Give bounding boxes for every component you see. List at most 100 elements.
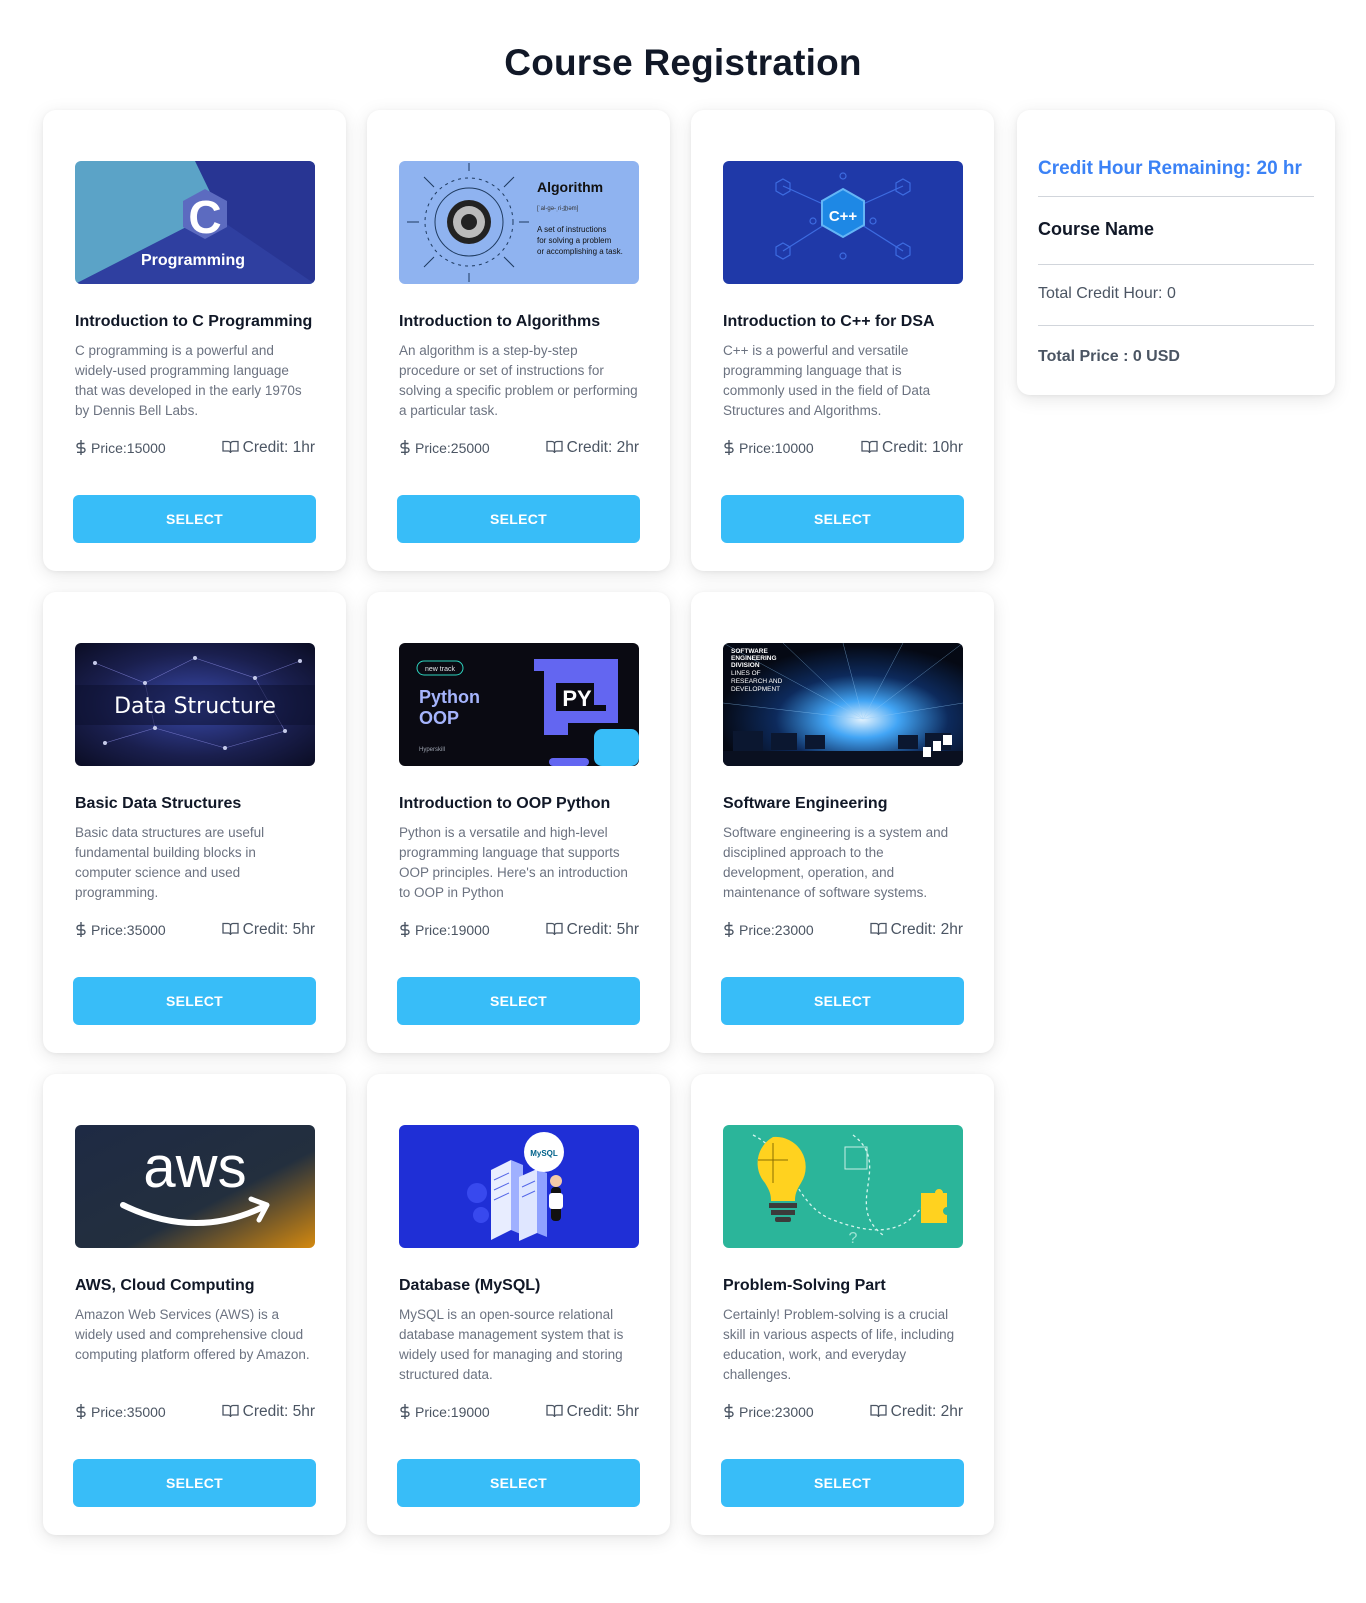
select-button[interactable]: SELECT [397, 1459, 640, 1507]
price-label: Price:25000 [415, 440, 490, 456]
select-button[interactable]: SELECT [73, 1459, 316, 1507]
dollar-icon [399, 922, 411, 940]
course-description: Software engineering is a system and dis… [723, 825, 949, 900]
course-title: Introduction to C Programming [75, 313, 313, 330]
credit-label: Credit: 10hr [882, 439, 963, 456]
image-line: LINES OF [731, 670, 761, 677]
course-image-algorithms: Algorithm [ˈal-gə-ˌri-t͟həm] A set of in… [399, 161, 639, 284]
course-price: Price:35000 [75, 922, 166, 940]
course-image-cpp: C++ [723, 161, 963, 284]
credit-label: Credit: 5hr [242, 921, 315, 938]
image-line: ENGINEERING [731, 655, 777, 662]
question-mark: ? [849, 1230, 858, 1247]
course-meta: Price:19000 Credit: 5hr [399, 921, 639, 941]
course-price: Price:19000 [399, 922, 490, 940]
image-line: RESEARCH AND [731, 678, 783, 685]
price-label: Price:23000 [739, 1404, 814, 1420]
credit-label: Credit: 2hr [566, 439, 639, 456]
price-label: Price:19000 [415, 1404, 490, 1420]
image-heading: Algorithm [537, 179, 603, 195]
credit-label: Credit: 2hr [890, 1403, 963, 1420]
credit-label: Credit: 5hr [242, 1403, 315, 1420]
book-open-icon [545, 440, 563, 459]
course-credit: Credit: 5hr [221, 921, 315, 941]
course-price: Price:10000 [723, 440, 814, 458]
book-open-icon [869, 922, 887, 941]
credit-label: Credit: 2hr [890, 921, 963, 938]
course-description: Amazon Web Services (AWS) is a widely us… [75, 1307, 310, 1362]
course-description: Certainly! Problem-solving is a crucial … [723, 1307, 955, 1382]
book-open-icon [221, 922, 239, 941]
dollar-icon [75, 1404, 87, 1422]
select-button[interactable]: SELECT [721, 977, 964, 1025]
total-price: Total Price : 0 USD [1038, 348, 1180, 365]
course-description: MySQL is an open-source relational datab… [399, 1307, 624, 1382]
dollar-icon [75, 440, 87, 458]
course-card: Algorithm [ˈal-gə-ˌri-t͟həm] A set of in… [367, 110, 670, 571]
py-logo-text: PY [562, 686, 592, 711]
course-image-data-structure: Data Structure [75, 643, 315, 766]
book-open-icon [545, 922, 563, 941]
course-credit: Credit: 10hr [861, 439, 963, 459]
select-button[interactable]: SELECT [73, 495, 316, 543]
course-credit: Credit: 1hr [221, 439, 315, 459]
course-title: AWS, Cloud Computing [75, 1277, 255, 1294]
course-grid: C Programming Introduction to C Programm… [43, 110, 995, 1535]
image-line: DEVELOPMENT [731, 686, 780, 693]
course-credit: Credit: 2hr [869, 921, 963, 941]
select-button[interactable]: SELECT [721, 1459, 964, 1507]
course-description: C programming is a powerful and widely-u… [75, 343, 302, 418]
course-card: ? Problem-Solving Part Certainly! Proble… [691, 1074, 994, 1535]
course-card: aws AWS, Cloud Computing Amazon Web Serv… [43, 1074, 346, 1535]
image-line: for solving a problem [537, 236, 612, 245]
course-image-software-engineering: SOFTWARE ENGINEERING DIVISION LINES OF R… [723, 643, 963, 766]
course-title: Introduction to OOP Python [399, 795, 611, 812]
course-meta: Price:15000 Credit: 1hr [75, 439, 315, 459]
book-open-icon [869, 1404, 887, 1423]
course-image-problem-solving: ? [723, 1125, 963, 1248]
price-label: Price:19000 [415, 922, 490, 938]
course-credit: Credit: 5hr [545, 921, 639, 941]
select-button[interactable]: SELECT [73, 977, 316, 1025]
course-meta: Price:25000 Credit: 2hr [399, 439, 639, 459]
course-title: Software Engineering [723, 795, 888, 812]
course-card: C++ Introduction to C++ for DSA C++ is a… [691, 110, 994, 571]
course-price: Price:19000 [399, 1404, 490, 1422]
select-button[interactable]: SELECT [721, 495, 964, 543]
image-caption: Programming [141, 252, 245, 269]
book-open-icon [221, 1404, 239, 1423]
course-title: Introduction to C++ for DSA [723, 313, 935, 330]
course-credit: Credit: 5hr [221, 1403, 315, 1423]
image-brand: Hyperskill [419, 747, 445, 753]
course-meta: Price:35000 Credit: 5hr [75, 921, 315, 941]
select-button[interactable]: SELECT [397, 977, 640, 1025]
course-description: Basic data structures are useful fundame… [75, 825, 265, 900]
course-card: new track Python OOP Hyperskill PY Intro… [367, 592, 670, 1053]
book-open-icon [861, 440, 878, 459]
dollar-icon [723, 1404, 735, 1422]
dollar-icon [723, 440, 735, 458]
image-line: OOP [419, 708, 459, 728]
course-price: Price:15000 [75, 440, 166, 458]
course-credit: Credit: 2hr [545, 439, 639, 459]
course-price: Price:23000 [723, 922, 814, 940]
course-description: Python is a versatile and high-level pro… [399, 825, 628, 900]
course-description: An algorithm is a step-by-step procedure… [399, 343, 638, 418]
credit-label: Credit: 5hr [566, 1403, 639, 1420]
course-price: Price:35000 [75, 1404, 166, 1422]
course-meta: Price:23000 Credit: 2hr [723, 1403, 963, 1423]
course-image-c-programming: C Programming [75, 161, 315, 284]
select-button[interactable]: SELECT [397, 495, 640, 543]
image-phonetic: [ˈal-gə-ˌri-t͟həm] [537, 206, 579, 212]
course-card: C Programming Introduction to C Programm… [43, 110, 346, 571]
course-meta: Price:35000 Credit: 5hr [75, 1403, 315, 1423]
price-label: Price:15000 [91, 440, 166, 456]
c-logo-text: C [188, 191, 221, 243]
course-price: Price:25000 [399, 440, 490, 458]
course-credit: Credit: 2hr [869, 1403, 963, 1423]
course-title: Problem-Solving Part [723, 1277, 886, 1294]
course-credit: Credit: 5hr [545, 1403, 639, 1423]
course-card: Data Structure Basic Data Structures Bas… [43, 592, 346, 1053]
price-label: Price:35000 [91, 1404, 166, 1420]
course-title: Basic Data Structures [75, 795, 242, 812]
